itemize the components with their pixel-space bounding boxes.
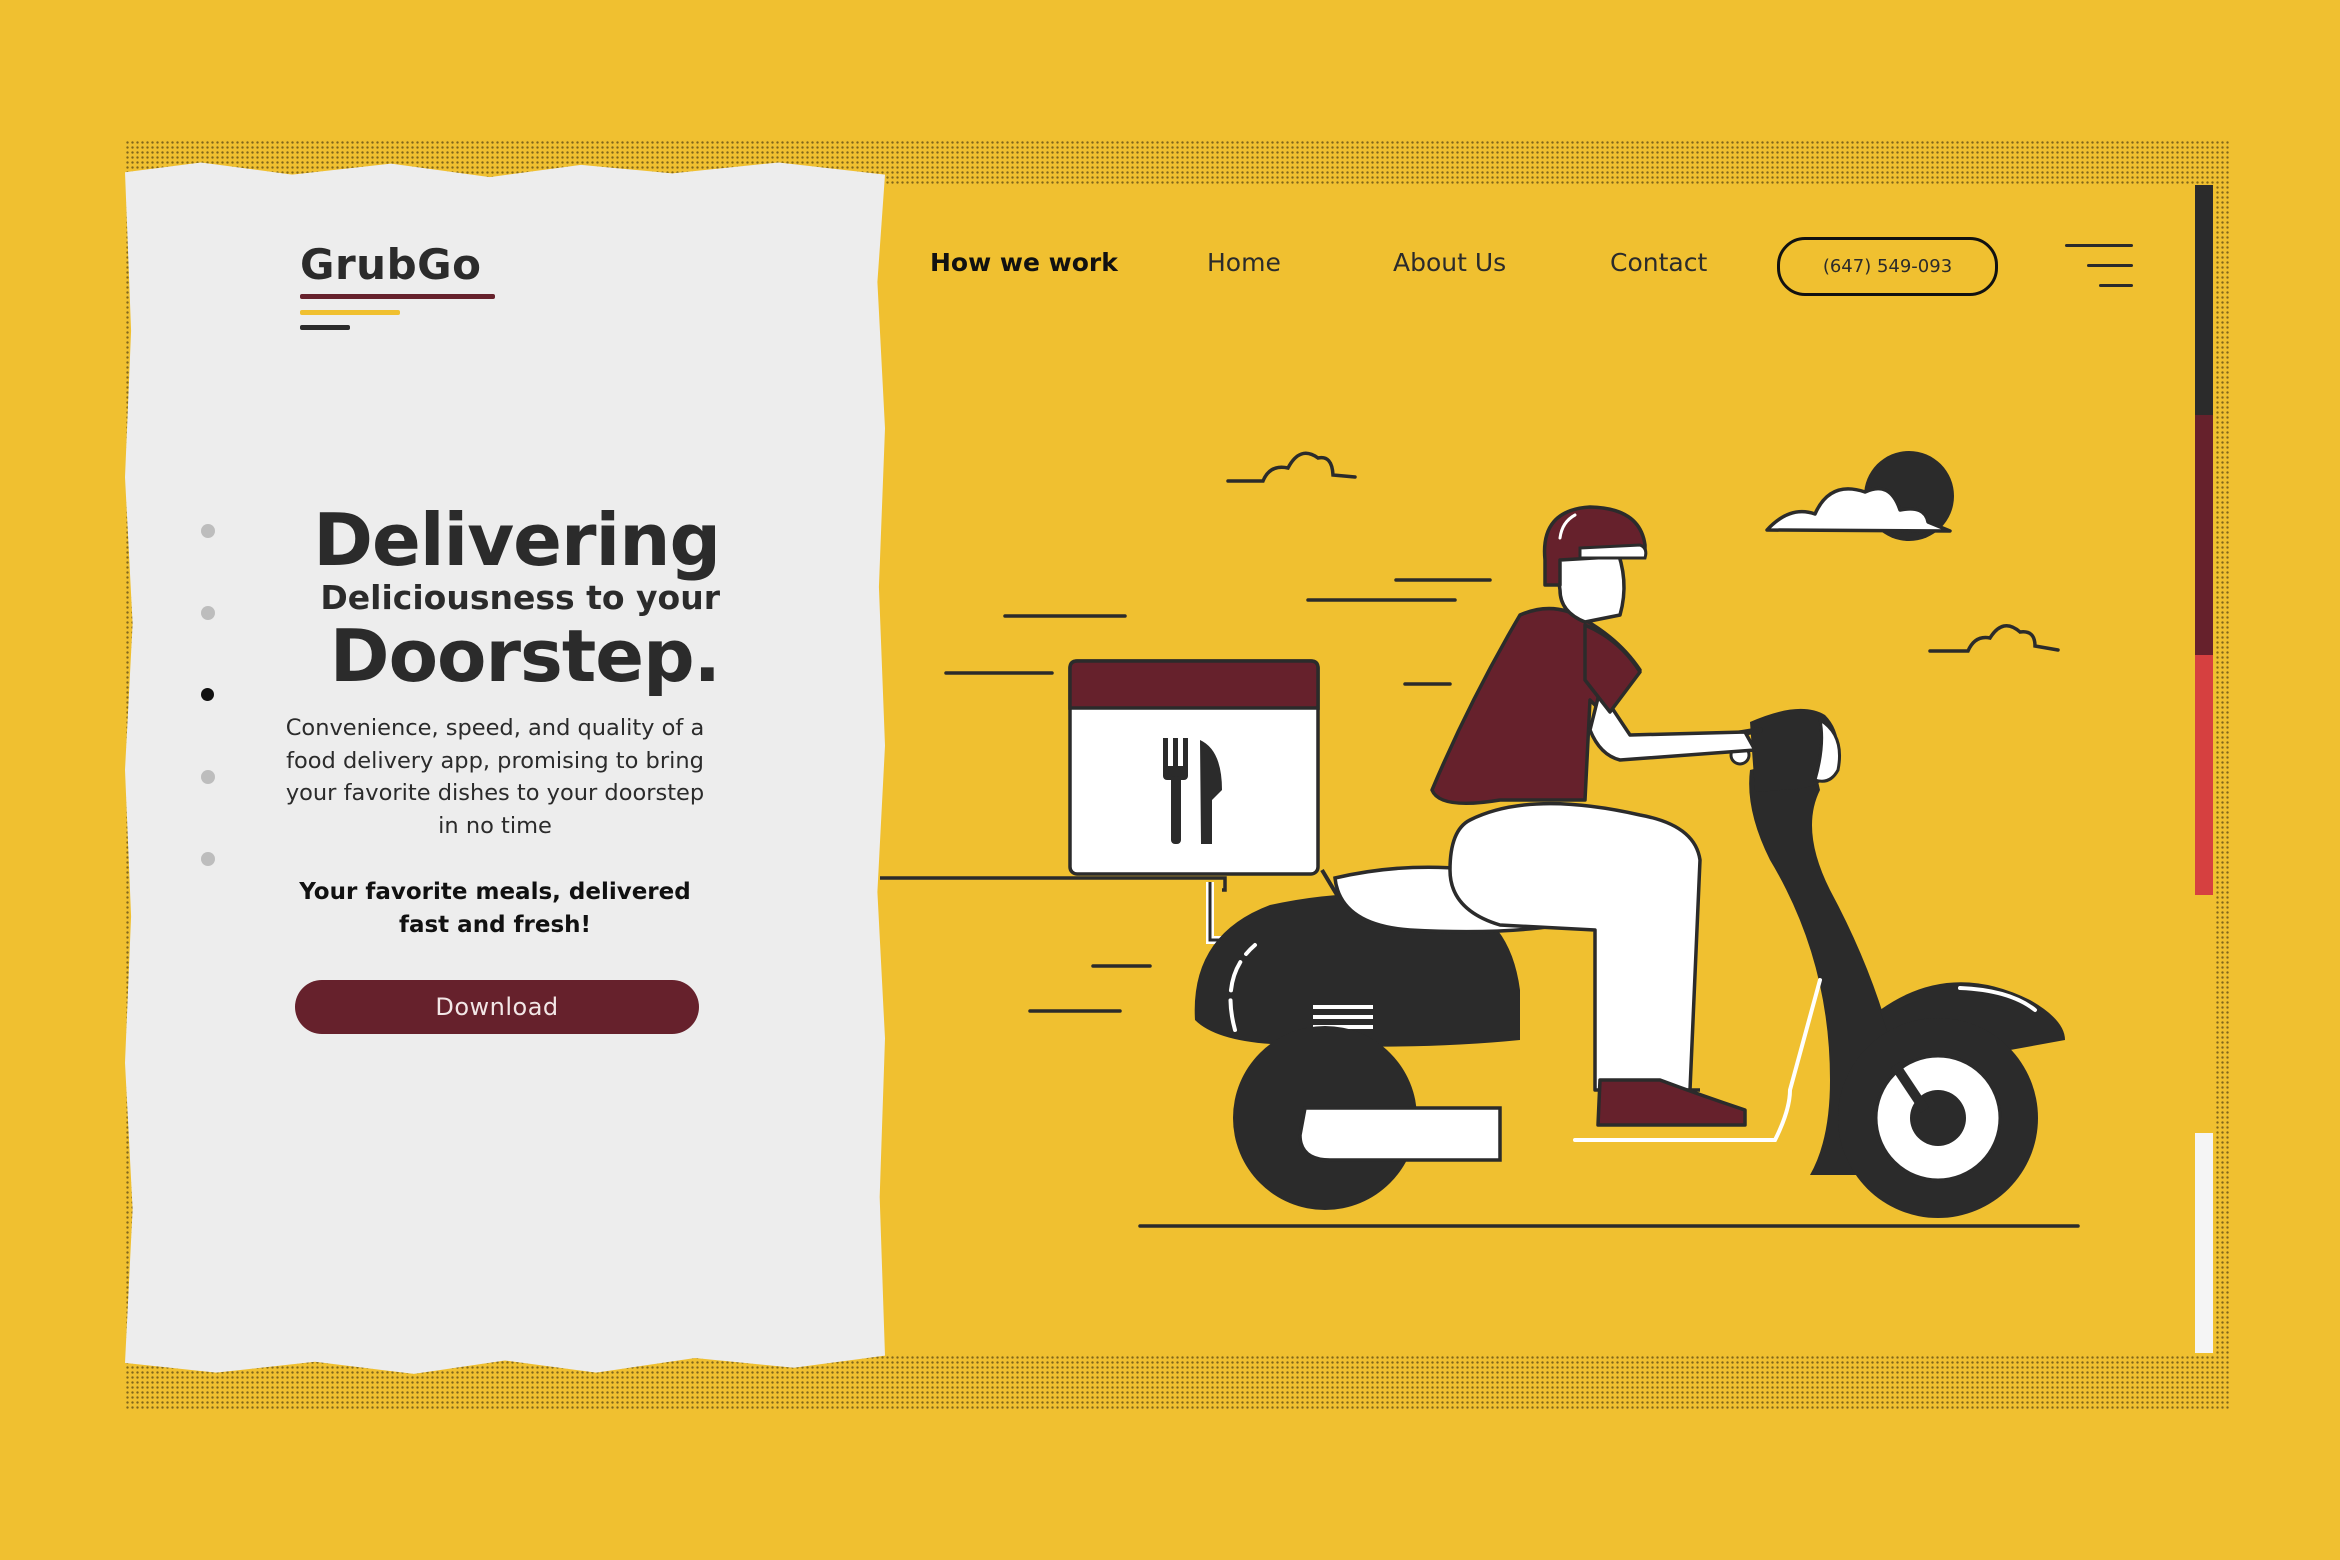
cloud-icon (1226, 451, 1357, 483)
cloud-icon (1928, 624, 2060, 653)
delivery-illustration (880, 451, 2080, 1228)
delivery-box-icon (880, 659, 1320, 892)
